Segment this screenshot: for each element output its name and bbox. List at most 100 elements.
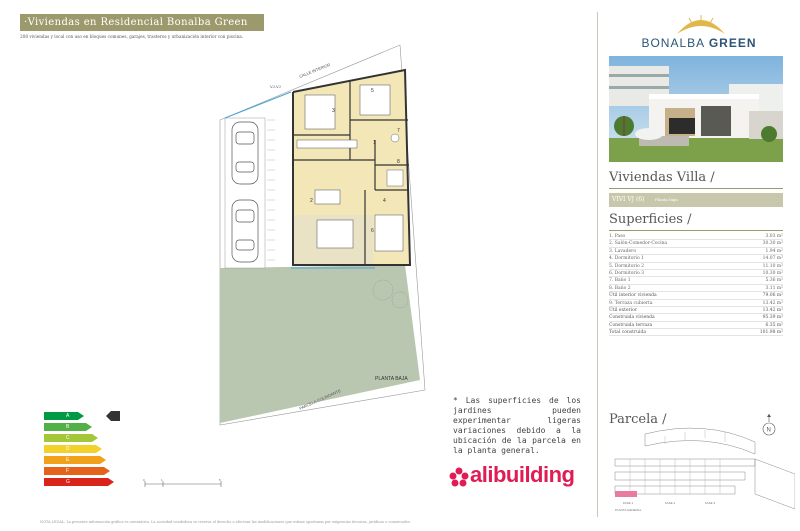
site-plan-map: N FASE 1 FASE 2 FASE 3 PLANTA GENERAL [614,414,795,512]
highlighted-lot [615,491,637,497]
divider-line [609,230,783,231]
scale-label: 1 [161,478,163,482]
energy-rating-chart: A B C D E F G [44,410,134,490]
property-code-bar: VIVI VJ (6) Planta baja [609,193,783,207]
logo-name-bold: GREEN [708,36,757,50]
row-value: 6.35 m² [765,322,783,328]
energy-bar-e: E [44,456,106,464]
table-row: 9. Terraza cubierta 13.42 m² [609,300,783,307]
row-value: 30.30 m² [762,241,783,247]
phase-label: FASE 3 [705,501,716,505]
legal-footer: NOTA LEGAL: La presente información gráf… [40,520,411,524]
bed-icon [359,84,391,116]
floor-plan: 3 5 7 1 8 2 4 6 CALLE INTERIOR VJ-VJ PLA… [219,44,426,426]
table-row: 4. Dormitorio 1 14.07 m² [609,255,783,263]
table-row: 5. Dormitorio 2 11.10 m² [609,263,783,270]
superficies-table: 1. Paso 3.03 m² 2. Salón-Comedor-Cocina 30… [609,233,783,337]
table-row: Construida terraza 6.35 m² [609,322,783,330]
row-value: 1.94 m² [765,248,783,254]
table-row: Construida vivienda 95.39 m² [609,314,783,322]
energy-class-label: B [66,424,70,430]
toilet-icon [390,133,400,143]
energy-bar-d: D [44,445,102,453]
row-value: 3.11 m² [765,285,783,291]
property-type-title: Viviendas Villa / [609,170,715,185]
boundary-hatch [267,119,275,261]
table-row: 2. Salón-Comedor-Cocina 30.30 m² [609,240,783,248]
row-label: 2. Salón-Comedor-Cocina [609,241,668,247]
row-label: Útil interior vivienda [609,293,657,299]
row-label: Total construida [609,330,647,336]
table-row: Útil exterior 13.42 m² [609,307,783,315]
row-value: 14.07 m² [762,256,783,262]
car-icon [231,121,259,185]
energy-class-label: C [66,435,70,441]
row-value: 5.36 m² [765,278,783,284]
table-row: Total construida 101.98 m² [609,329,783,337]
sofa-icon [316,219,354,249]
row-value: 79.06 m² [762,293,783,299]
row-label: 6. Dormitorio 3 [609,270,645,276]
property-code: VIVI VJ (6) [612,196,645,203]
table-row: Útil interior vivienda 79.06 m² [609,292,783,300]
energy-bar-g: G [44,478,114,486]
room-number: 2 [310,198,313,204]
energy-class-label: F [66,468,70,474]
page-title: ·Viviendas en Residencial Bonalba Green [20,14,264,31]
row-label: 5. Dormitorio 2 [609,263,645,269]
north-arrow-icon: N [762,414,776,436]
brand-name: alibuilding [470,462,575,487]
table-row: 3. Lavadero 1.94 m² [609,248,783,256]
street-label: CALLE INTERIOR [299,62,331,79]
energy-pointer-icon [106,411,120,421]
panel-divider [597,12,598,517]
logo-name-light: BONALBA [641,36,705,50]
phase-label: FASE 2 [665,501,676,505]
superficies-title: Superficies / [609,212,692,227]
room-number: 7 [397,128,400,134]
scale-bar: 0 1 5 [143,478,222,487]
row-label: Construida terraza [609,322,653,328]
energy-bar-a: A [44,412,84,420]
energy-class-label: E [66,457,70,463]
garden-note: * Las superficies de los jardines pueden… [453,396,581,455]
table-row: 1. Paso 3.03 m² [609,233,783,241]
row-label: 3. Lavadero [609,248,637,254]
scale-label: 0 [143,478,145,482]
row-value: 11.10 m² [762,263,783,269]
row-label: 1. Paso [609,234,626,239]
row-value: 10.30 m² [762,270,783,276]
row-value: 101.98 m² [759,330,783,336]
bed-icon [374,214,404,252]
sun-logo-icon [677,15,725,34]
property-floor: Planta baja [655,197,678,202]
phase-label: FASE 1 [623,501,634,505]
energy-bar-b: B [44,423,92,431]
north-label: N [767,428,771,434]
energy-bar-f: F [44,467,110,475]
row-label: Útil exterior [609,307,638,313]
divider-line [609,188,783,189]
bonalba-logo: BONALBA GREEN [614,36,784,50]
car-icon [231,199,259,263]
table-row: 8. Baño 2 3.11 m² [609,285,783,293]
energy-class-label: A [66,413,70,419]
room-number: 5 [371,88,374,94]
row-label: Construida vivienda [609,315,655,321]
villa-render-image [609,56,783,162]
alibuilding-logo-icon [449,467,469,487]
bathtub-icon [386,169,404,187]
row-label: 4. Dormitorio 1 [609,256,645,262]
site-lots [629,430,726,494]
room-number: 4 [383,198,386,204]
general-plan-label: PLANTA GENERAL [615,508,642,512]
page-title-text: Viviendas en Residencial Bonalba Green [27,17,248,28]
room-number: 3 [332,108,335,114]
kitchen-counter [296,139,358,149]
window-line [224,91,292,119]
room-number: 8 [397,159,400,165]
energy-bar-c: C [44,434,98,442]
room-number: 6 [371,228,374,234]
table-row: 7. Baño 1 5.36 m² [609,277,783,285]
room-number: 1 [373,140,376,146]
